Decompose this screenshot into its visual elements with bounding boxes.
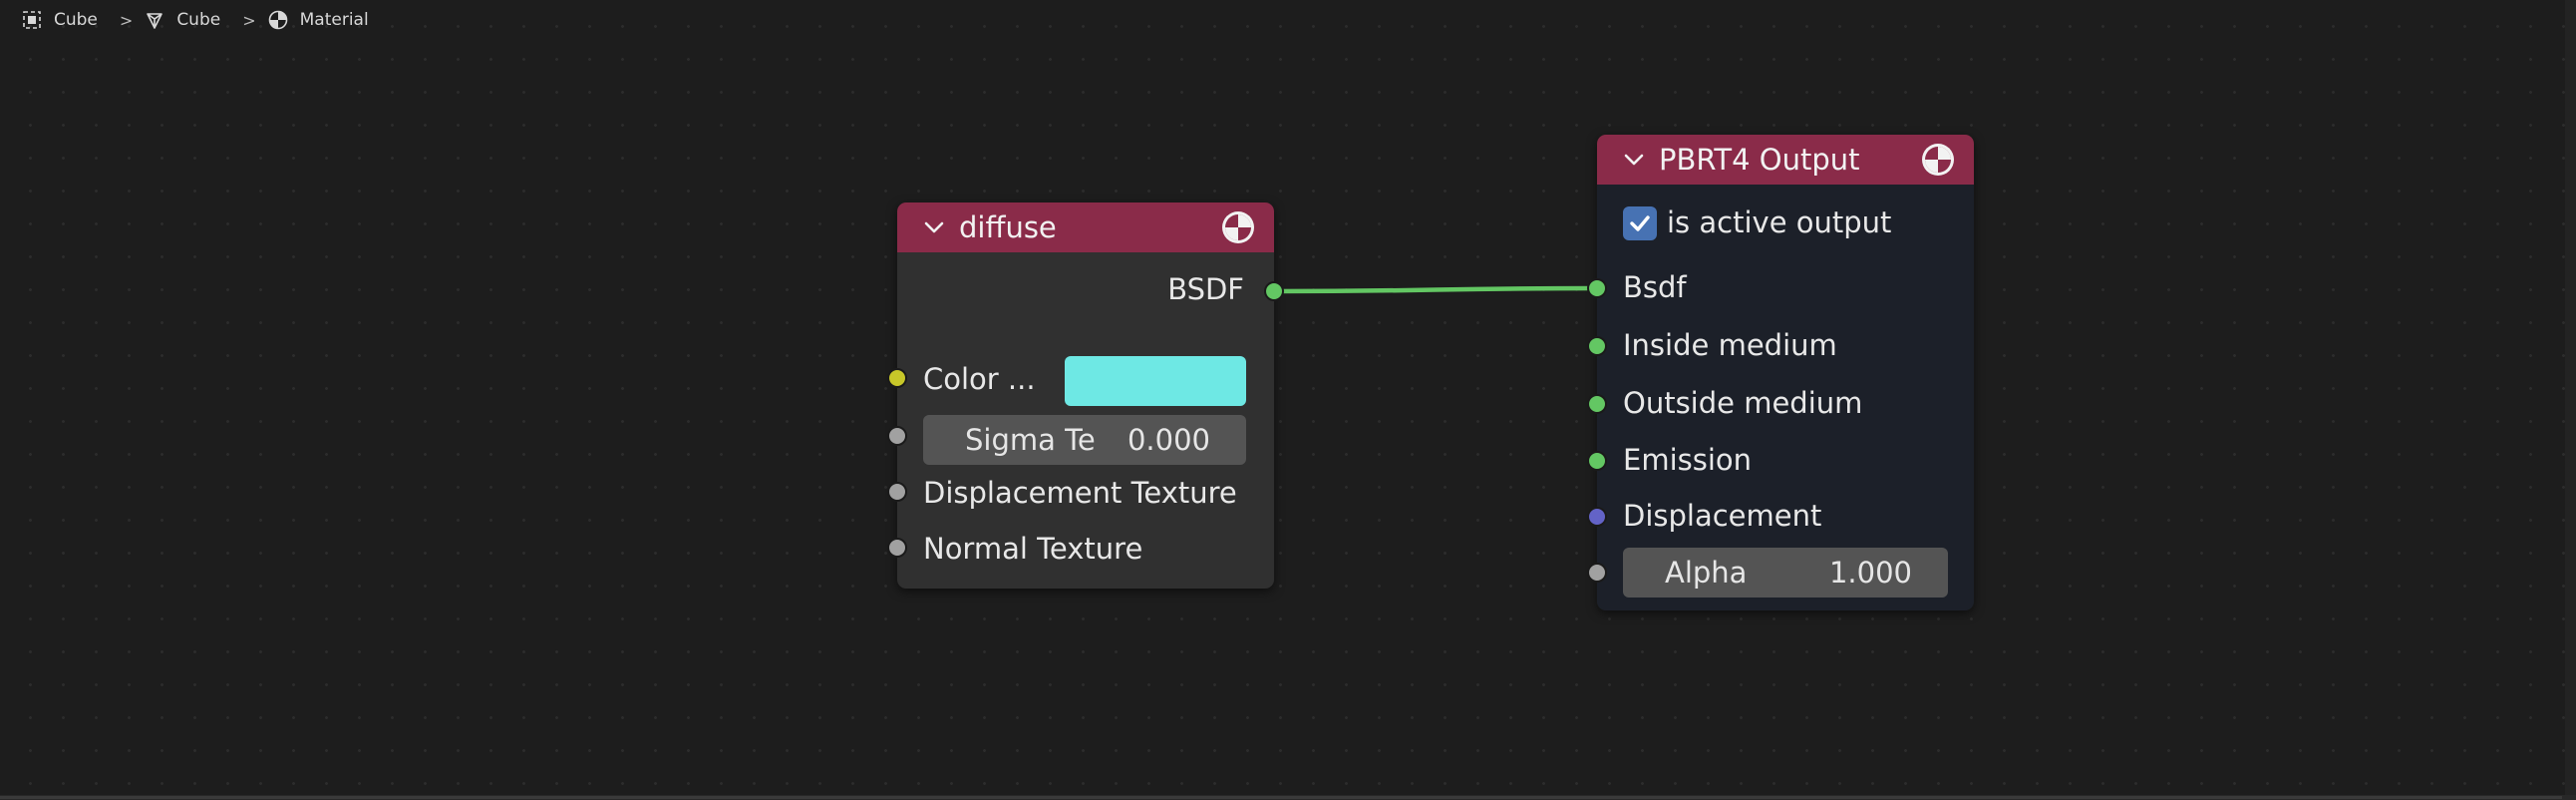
breadcrumb-label: Material	[299, 10, 369, 30]
socket-normal-texture-in[interactable]	[887, 538, 907, 558]
input-label-emission: Emission	[1623, 443, 1753, 477]
input-label-normal-texture: Normal Texture	[923, 532, 1143, 566]
socket-color-in[interactable]	[887, 368, 907, 388]
node-links	[1273, 285, 1598, 294]
sigma-value-field[interactable]: Sigma Te 0.000	[923, 415, 1246, 465]
input-label-color: Color ...	[923, 362, 1036, 396]
breadcrumb-item-material[interactable]: Material	[268, 10, 369, 30]
input-label-outside-medium: Outside medium	[1623, 386, 1863, 420]
field-label: Sigma Te	[965, 423, 1096, 457]
breadcrumb-label: Cube	[54, 10, 98, 30]
node-header[interactable]: PBRT4 Output	[1597, 135, 1974, 185]
socket-emission-in[interactable]	[1587, 451, 1607, 471]
field-label: Alpha	[1665, 556, 1748, 590]
input-label-bsdf: Bsdf	[1623, 270, 1687, 304]
material-sphere-icon	[268, 10, 287, 30]
node-diffuse[interactable]: diffuse BSDF Color ... Sigma Te 0.000 Di…	[887, 202, 1284, 589]
object-icon	[23, 11, 41, 29]
field-value: 0.000	[1127, 423, 1210, 457]
socket-alpha-in[interactable]	[1587, 563, 1607, 583]
material-preview-icon[interactable]	[1920, 142, 1956, 178]
socket-bsdf-out[interactable]	[1264, 281, 1284, 301]
breadcrumb-separator: >	[242, 10, 256, 30]
is-active-output-label: is active output	[1667, 205, 1892, 239]
scrollbar-thumb[interactable]	[0, 796, 2562, 799]
input-label-displacement-texture: Displacement Texture	[923, 476, 1237, 510]
breadcrumb-separator: >	[119, 10, 134, 30]
alpha-value-field[interactable]: Alpha 1.000	[1623, 548, 1948, 598]
socket-displacement-in[interactable]	[1587, 507, 1607, 527]
node-title: diffuse	[959, 210, 1057, 244]
node-pbrt4-output[interactable]: PBRT4 Output is active output Bsdf Insid…	[1587, 135, 1974, 610]
checkmark-icon	[1630, 215, 1650, 231]
scrollbar-horizontal[interactable]	[0, 795, 2576, 800]
socket-outside-medium-in[interactable]	[1587, 394, 1607, 414]
collapse-chevron-icon[interactable]	[1623, 149, 1645, 171]
breadcrumb-label: Cube	[176, 10, 221, 30]
mesh-data-icon	[147, 13, 163, 29]
material-preview-icon[interactable]	[1220, 209, 1256, 245]
scrollbar-vertical[interactable]	[2565, 0, 2576, 800]
node-title: PBRT4 Output	[1659, 143, 1860, 177]
link-bsdf-to-output[interactable]	[1273, 285, 1598, 294]
node-header[interactable]: diffuse	[897, 202, 1274, 252]
color-swatch-field[interactable]	[1065, 356, 1246, 406]
socket-sigma-in[interactable]	[887, 426, 907, 446]
field-value: 1.000	[1828, 556, 1912, 590]
collapse-chevron-icon[interactable]	[923, 216, 945, 238]
breadcrumb-item-object[interactable]: Cube	[22, 10, 98, 30]
breadcrumb: Cube > Cube > Material	[0, 0, 369, 40]
socket-inside-medium-in[interactable]	[1587, 336, 1607, 356]
is-active-output-checkbox[interactable]	[1623, 206, 1657, 240]
socket-displacement-texture-in[interactable]	[887, 482, 907, 502]
breadcrumb-item-mesh[interactable]: Cube	[145, 10, 220, 30]
input-label-inside-medium: Inside medium	[1623, 328, 1837, 362]
output-label-bsdf: BSDF	[1167, 272, 1244, 306]
socket-bsdf-in[interactable]	[1587, 278, 1607, 298]
input-label-displacement: Displacement	[1623, 499, 1822, 533]
node-editor-canvas[interactable]: Cube > Cube > Material diffuse BSDF Colo…	[0, 0, 2576, 800]
